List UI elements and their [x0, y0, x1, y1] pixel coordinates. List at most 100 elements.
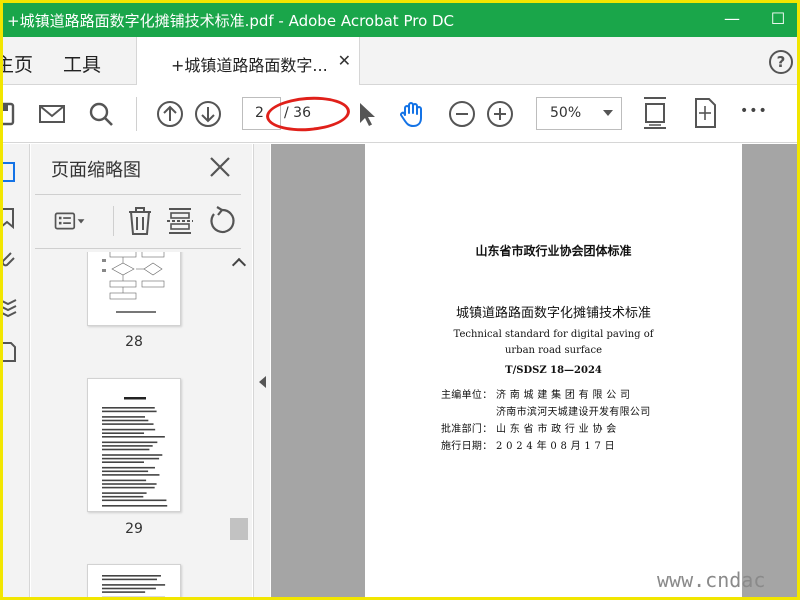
thumbnail-text-line: [102, 416, 146, 418]
page-thumbnail[interactable]: [87, 252, 181, 326]
toolbar-divider: [136, 97, 137, 131]
thumbnail-text-line: [102, 436, 165, 438]
next-page-icon[interactable]: [193, 99, 223, 129]
insert-icon[interactable]: [163, 204, 197, 238]
document-tab-label: +城镇道路路面数字...: [171, 56, 328, 75]
thumbnail-text-line: [102, 486, 155, 489]
thumbnail-text-line: [102, 445, 153, 447]
maximize-button[interactable]: ☐: [765, 7, 791, 31]
editor-unit: 济南市滨河天城建设开发有限公司: [496, 407, 651, 418]
layers-icon[interactable]: [3, 294, 19, 318]
attachment-icon[interactable]: [3, 248, 19, 272]
page-thumbnail[interactable]: [87, 378, 181, 512]
thumbnail-text-line: [102, 578, 157, 581]
editor-unit: 济 南 城 建 集 团 有 限 公 司: [496, 390, 631, 401]
panel-divider: [35, 248, 241, 249]
tab-home[interactable]: 主页: [3, 50, 33, 77]
chevron-down-icon: [603, 110, 613, 116]
window-title: +城镇道路路面数字化摊铺技术标准.pdf - Adobe Acrobat Pro…: [7, 12, 455, 30]
close-icon[interactable]: [207, 154, 233, 180]
thumbnail-text-line: [102, 492, 147, 494]
hand-tool-icon[interactable]: [397, 99, 427, 129]
thumbnail-text-line: [102, 575, 161, 577]
thumbnail-text-line: [102, 432, 145, 434]
page-thumbnails-icon[interactable]: [3, 160, 19, 184]
editor-label: 主编单位：: [441, 390, 493, 401]
zoom-select[interactable]: 50%: [536, 97, 622, 130]
mail-icon[interactable]: [37, 99, 67, 129]
app-window: +城镇道路路面数字化摊铺技术标准.pdf - Adobe Acrobat Pro…: [3, 3, 797, 597]
bookmark-icon[interactable]: [3, 206, 19, 230]
pdf-page: 山东省市政行业协会团体标准 城镇道路路面数字化摊铺技术标准 Technical …: [365, 144, 742, 597]
standard-title-en: Technical standard for digital paving of: [453, 329, 654, 340]
thumbnail-text-line: [102, 466, 155, 469]
thumbnail-text-line: [102, 423, 154, 425]
panel-title: 页面缩略图: [51, 160, 141, 181]
standard-code: T/SDSZ 18—2024: [505, 365, 602, 376]
help-icon[interactable]: ?: [769, 50, 793, 74]
tab-document[interactable]: +城镇道路路面数字... ✕: [136, 37, 360, 85]
fit-page-icon[interactable]: [690, 96, 720, 130]
association-heading: 山东省市政行业协会团体标准: [475, 244, 632, 258]
prev-page-icon[interactable]: [155, 99, 185, 129]
thumbnail-page-number: 29: [125, 521, 143, 537]
thumbnail-scrollbar[interactable]: [229, 252, 249, 597]
thumbnail-text-line: [102, 584, 166, 586]
more-icon[interactable]: •••: [740, 103, 768, 119]
thumbnail-text-line: [102, 454, 163, 456]
panel-splitter[interactable]: [253, 144, 270, 597]
select-cursor-icon[interactable]: [351, 99, 381, 129]
scroll-up-icon[interactable]: [231, 257, 247, 273]
thumbnail-text-line: [102, 457, 160, 460]
thumbnail-heading-line: [124, 397, 146, 400]
zoom-in-icon[interactable]: [485, 99, 515, 129]
thumbnail-text-line: [102, 410, 157, 413]
collapse-panel-icon[interactable]: [259, 376, 266, 388]
title-bar: +城镇道路路面数字化摊铺技术标准.pdf - Adobe Acrobat Pro…: [3, 3, 797, 37]
scroll-thumb[interactable]: [230, 518, 248, 540]
left-nav-rail: [3, 144, 30, 597]
thumbnail-text-line: [102, 461, 144, 463]
effective-date-value: 2 0 2 4 年 0 8 月 1 7 日: [496, 441, 615, 452]
thumbnail-text-line: [102, 448, 150, 451]
fit-width-icon[interactable]: [640, 95, 670, 131]
effective-date-label: 施行日期：: [441, 441, 493, 452]
thumbnail-text-line: [102, 505, 168, 507]
document-viewer[interactable]: 山东省市政行业协会团体标准 城镇道路路面数字化摊铺技术标准 Technical …: [271, 144, 797, 597]
thumbnail-page-number: 28: [125, 334, 143, 350]
thumbnail-text-line: [102, 407, 155, 409]
thumbnail-text-line: [102, 470, 149, 473]
thumbnail-text-line: [102, 474, 160, 476]
thumbnail-text-line: [102, 495, 144, 498]
delete-icon[interactable]: [123, 204, 157, 238]
zoom-value: 50%: [550, 105, 582, 121]
tab-tools[interactable]: 工具: [63, 50, 101, 77]
minimize-button[interactable]: —: [719, 7, 745, 31]
thumbnail-text-line: [102, 499, 167, 502]
save-icon[interactable]: [3, 99, 19, 129]
panel-divider: [35, 194, 241, 195]
rotate-icon[interactable]: [205, 204, 239, 238]
thumbnail-list: 28 29: [31, 252, 231, 597]
pages-icon[interactable]: [3, 340, 19, 364]
thumbnail-text-line: [102, 419, 149, 422]
text-thumbnail-image: [102, 575, 166, 597]
toolbar-divider: [113, 206, 114, 236]
standard-title-en: urban road surface: [504, 345, 603, 356]
search-icon[interactable]: [86, 99, 116, 129]
thumbnail-text-line: [102, 591, 146, 593]
toolbar: 2 / 36 50% •••: [3, 85, 797, 143]
options-icon[interactable]: [53, 204, 87, 238]
flowchart-thumbnail-image: [102, 252, 165, 313]
thumbnail-text-line: [102, 441, 158, 444]
page-thumbnail[interactable]: [87, 564, 181, 597]
tab-bar: 主页 工具 +城镇道路路面数字... ✕ ?: [3, 37, 797, 85]
standard-title-cn: 城镇道路路面数字化摊铺技术标准: [455, 306, 651, 321]
thumbnail-text-line: [102, 483, 157, 485]
thumbnail-text-line: [102, 428, 156, 431]
approver-value: 山 东 省 市 政 行 业 协 会: [496, 424, 617, 435]
thumbnail-text-line: [102, 587, 156, 590]
close-tab-button[interactable]: ✕: [338, 51, 351, 70]
thumbnail-text-line: [102, 479, 147, 482]
zoom-out-icon[interactable]: [447, 99, 477, 129]
